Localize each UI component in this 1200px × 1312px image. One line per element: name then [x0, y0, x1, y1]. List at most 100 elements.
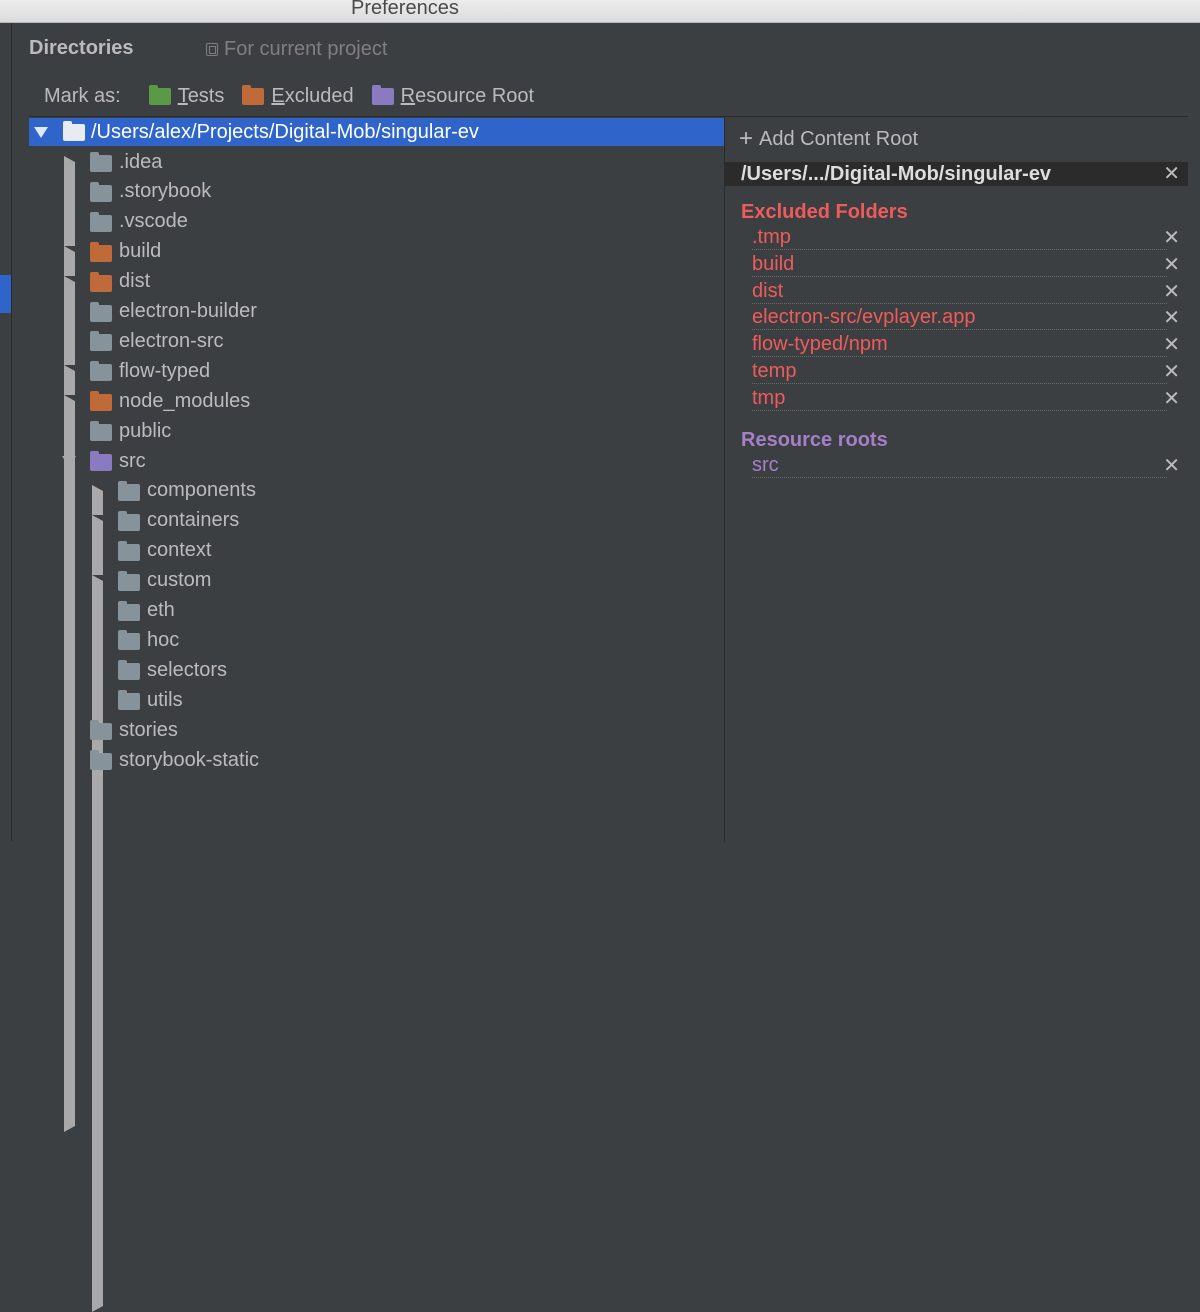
tree-row[interactable]: build	[29, 238, 724, 983]
remove-entry-icon[interactable]: ✕	[1163, 306, 1180, 330]
folder-icon	[90, 451, 112, 471]
folder-icon	[118, 540, 140, 561]
remove-entry-icon[interactable]: ✕	[1163, 387, 1180, 411]
tree-row-label: custom	[147, 569, 212, 592]
resource-root-entry[interactable]: src	[752, 454, 1167, 478]
add-content-root-button[interactable]: + Add Content Root	[739, 127, 918, 151]
expand-arrow-icon[interactable]	[92, 574, 566, 1312]
folder-icon	[90, 211, 112, 232]
tree-row-label: src	[119, 449, 146, 472]
tree-row-label: node_modules	[119, 389, 251, 412]
remove-entry-icon[interactable]: ✕	[1163, 454, 1180, 478]
tree-row[interactable]: eth	[29, 597, 724, 625]
tree-row[interactable]: .idea	[29, 148, 724, 893]
collapse-arrow-icon[interactable]	[62, 456, 76, 467]
remove-content-root-icon[interactable]: ✕	[1163, 162, 1180, 186]
excluded-folder-entry[interactable]: electron-src/evplayer.app	[752, 306, 1167, 331]
tree-row-label: public	[119, 419, 172, 442]
tree-row-label: components	[147, 479, 256, 502]
folder-icon	[90, 750, 112, 770]
scope-indicator: For current project	[206, 38, 387, 61]
tree-row-label: .storybook	[119, 180, 212, 203]
expand-arrow-icon[interactable]	[34, 127, 48, 138]
folder-icon	[118, 690, 140, 711]
add-content-root-label: Add Content Root	[759, 127, 919, 150]
tree-row-label: flow-typed	[119, 359, 211, 382]
directory-tree[interactable]: /Users/alex/Projects/Digital-Mob/singula…	[29, 116, 725, 1312]
tree-row[interactable]: hoc	[29, 626, 724, 654]
tree-row[interactable]: containers	[29, 507, 724, 1252]
tree-row[interactable]: selectors	[29, 656, 724, 684]
tree-row-label: eth	[147, 599, 175, 621]
tree-row-label: stories	[119, 718, 178, 741]
resource-folder-icon	[371, 85, 394, 105]
copy-icon	[206, 43, 218, 56]
folder-icon	[90, 391, 112, 412]
folder-icon	[118, 660, 140, 681]
tree-row-label: hoc	[147, 628, 180, 651]
excluded-folder-entry[interactable]: .tmp	[752, 226, 1167, 250]
settings-sidebar[interactable]	[0, 23, 12, 841]
scope-label: For current project	[224, 38, 388, 60]
tree-row-label: build	[119, 240, 162, 263]
excluded-folder-entry[interactable]: temp	[752, 360, 1167, 384]
mark-resource-root-button[interactable]: Resource Root	[371, 85, 535, 108]
tree-row[interactable]: src	[29, 447, 724, 475]
content-root-path: /Users/.../Digital-Mob/singular-ev	[741, 163, 1052, 185]
tree-row[interactable]: utils	[29, 686, 724, 714]
tree-root-row[interactable]: /Users/alex/Projects/Digital-Mob/singula…	[29, 118, 724, 146]
mark-tests-button[interactable]: Tests	[148, 85, 225, 108]
tree-row[interactable]: electron-src	[29, 327, 724, 355]
tree-row-label: containers	[147, 509, 240, 532]
tree-row[interactable]: stories	[29, 716, 724, 744]
excluded-folder-entry-label: tmp	[752, 386, 787, 409]
folder-icon	[90, 301, 112, 322]
mark-excluded-button[interactable]: Excluded	[242, 85, 354, 108]
excluded-folder-entry[interactable]: dist	[752, 279, 1167, 304]
tree-row[interactable]: context	[29, 537, 724, 565]
tree-row[interactable]: dist	[29, 268, 724, 1013]
tree-row[interactable]: components	[29, 477, 724, 1222]
tree-row[interactable]: flow-typed	[29, 357, 724, 1103]
folder-icon	[90, 241, 112, 262]
tree-row-label: .idea	[119, 150, 163, 173]
remove-entry-icon[interactable]: ✕	[1163, 253, 1180, 277]
remove-entry-icon[interactable]: ✕	[1163, 360, 1180, 384]
title-bar: Preferences	[0, 0, 1200, 23]
tree-row[interactable]: storybook-static	[29, 746, 724, 774]
remove-entry-icon[interactable]: ✕	[1163, 333, 1180, 357]
tree-row[interactable]: custom	[29, 567, 724, 1312]
mark-resource-root-label: Resource Root	[400, 85, 535, 107]
excluded-folder-entry[interactable]: build	[752, 252, 1167, 277]
mark-excluded-label: Excluded	[271, 85, 354, 107]
folder-icon	[118, 510, 140, 531]
excluded-folders-title: Excluded Folders	[741, 201, 908, 223]
tree-row[interactable]: public	[29, 417, 724, 445]
resource-root-entry-label: src	[752, 454, 780, 476]
tree-row-label: dist	[119, 270, 151, 293]
tree-root-label: /Users/alex/Projects/Digital-Mob/singula…	[91, 120, 479, 143]
tree-row-label: storybook-static	[119, 748, 260, 771]
folder-icon	[118, 570, 140, 591]
mark-as-label: Mark as:	[44, 85, 121, 107]
remove-entry-icon[interactable]: ✕	[1163, 226, 1180, 250]
tree-row[interactable]: electron-builder	[29, 298, 724, 326]
tree-row[interactable]: .vscode	[29, 208, 724, 236]
excluded-folder-entry[interactable]: tmp	[752, 386, 1167, 411]
tree-row-label: selectors	[147, 658, 228, 681]
folder-icon	[90, 720, 112, 741]
excluded-folder-entry-label: dist	[752, 279, 785, 302]
excluded-folder-entry[interactable]: flow-typed/npm	[752, 333, 1167, 358]
tests-folder-icon	[148, 85, 171, 105]
remove-entry-icon[interactable]: ✕	[1163, 280, 1180, 304]
tree-row[interactable]: node_modules	[29, 387, 724, 1133]
tree-row[interactable]: .storybook	[29, 178, 724, 206]
mark-tests-label: Tests	[177, 85, 225, 107]
folder-icon	[118, 480, 140, 501]
folder-icon	[118, 600, 140, 621]
sidebar-selection-indicator	[0, 275, 11, 313]
excluded-folder-entry-label: build	[752, 252, 796, 275]
folder-icon	[90, 331, 112, 352]
excluded-folder-entry-label: electron-src/evplayer.app	[752, 306, 977, 329]
folder-icon	[118, 630, 140, 651]
